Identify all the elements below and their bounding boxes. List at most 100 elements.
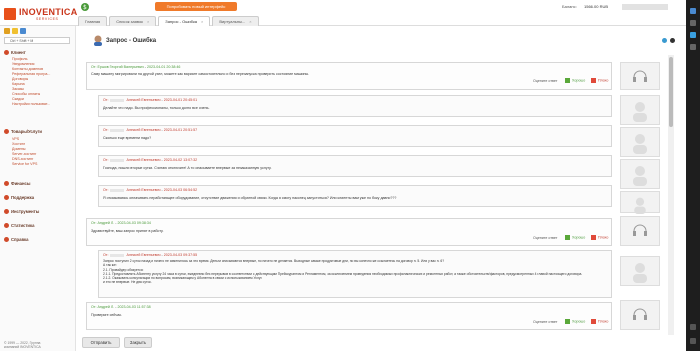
support-avatar-icon [633,308,647,320]
close-icon[interactable]: × [147,19,149,24]
sidebar-section-products[interactable]: Товары/Услуги [4,129,42,135]
sidebar-item[interactable]: Настройки пользоват... [12,102,50,106]
client-icon [4,50,9,56]
rate-bad-label: Плохо [598,235,609,240]
message-header: От: Ершов Георгий Валерьевич - 2023-04-0… [91,65,181,69]
balance-value: 1566.00 RUB [584,4,609,9]
sidebar-item[interactable]: Домены [12,147,26,151]
sidebar-app-icon[interactable] [690,44,696,50]
message-staff: От: Андрей Л. - 2023-04-03 11:57:38 Пров… [86,302,612,330]
avatar [620,95,660,125]
rate-good-button[interactable]: Хорошо [565,235,585,240]
layout-icon[interactable] [690,324,696,330]
sidebar-section-finance[interactable]: Финансы [4,181,30,187]
billing-icon[interactable]: $ [80,2,90,12]
sidebar-item[interactable]: Контакты доменов [12,67,43,71]
rate-bad-label: Плохо [598,78,609,83]
message-client: От: Алексей Евгеньевич - 2023-04-02 13:07… [98,155,612,177]
message-date: 2023-04-03 09:38:34 [117,221,151,225]
rate-label: Оцените ответ [533,236,558,240]
home-icon[interactable] [4,28,10,34]
close-icon[interactable]: × [249,19,251,24]
tab-label: Главная [85,19,101,24]
sidebar-item[interactable]: Заказы [12,87,24,91]
sidebar-item[interactable]: DNS-хостинг [12,157,33,161]
tools-icon [4,209,9,215]
message-body: Саму машину мигрировали на другой узел, … [91,72,310,76]
sidebar-item[interactable]: VPS [12,137,19,141]
message-header: От: Алексей Евгеньевич - 2023-04-02 13:07… [103,158,198,162]
page-title: Запрос - Ошибка [106,38,157,44]
info-icon[interactable] [670,38,675,43]
sidebar-item[interactable]: Карыпа [12,82,25,86]
tab-requests-list[interactable]: Список заявок × [109,16,157,26]
message-body: Делайте что надо. Вы профессионалы, толь… [103,106,210,110]
thumbs-up-icon [565,235,570,240]
sidebar-item[interactable]: Профиль [12,57,28,61]
redacted-block [110,98,125,102]
star-icon[interactable] [12,28,18,34]
sidebar-section-client[interactable]: Клиент [4,50,26,56]
message-author: От: Андрей Л. [91,305,115,309]
sidebar-item[interactable]: Хостинг [12,142,25,146]
sidebar-item[interactable]: Service for VPS [12,162,37,166]
send-button[interactable]: Отправить [82,337,120,348]
logo-name: INOVENTICA [19,7,78,17]
rate-bad-button[interactable]: Плохо [591,78,608,83]
rate-bad-button[interactable]: Плохо [591,319,608,324]
user-menu[interactable] [622,4,668,10]
message-client: От: Алексей Евгеньевич - 2023-04-01 20:45… [98,95,612,117]
message-author-name: Алексей Евгеньевич [126,158,161,162]
sidebar-section-help[interactable]: Справка [4,237,28,243]
rate-label: Оцените ответ [533,79,558,83]
tab-bar: Главная Список заявок × Запрос - Ошибка × … [78,16,261,26]
message-date: 2023-04-03 06:54:52 [163,188,198,192]
message-author-name: Алексей Евгеньевич [126,98,161,102]
user-avatar-icon [634,197,646,214]
tab-virtual[interactable]: Виртуальны... × [212,16,259,26]
message-header: От: Алексей Евгеньевич - 2023-04-01 20:45… [103,98,198,102]
user-icon[interactable] [20,28,26,34]
sidebar-toolbar [4,28,28,35]
sidebar-item[interactable]: Уведомления [12,62,34,66]
sidebar-app-icon[interactable] [690,8,696,14]
tab-label: Виртуальны... [219,19,246,24]
message-staff: От: Андрей Л. - 2023-04-03 09:38:34 Здра… [86,218,612,246]
rate-good-button[interactable]: Хорошо [565,319,585,324]
refresh-icon[interactable] [662,38,667,43]
tab-home[interactable]: Главная [78,16,108,26]
sidebar-section-tools[interactable]: Инструменты [4,209,39,215]
copyright-line: компаний INOVENTICA [4,345,41,349]
sidebar-item[interactable]: Способы оплаты [12,92,40,96]
logo[interactable]: INOVENTICA SERVICES [4,6,77,22]
thumbs-up-icon [565,319,570,324]
tab-request-error[interactable]: Запрос - Ошибка × [158,16,211,26]
sidebar-section-stats[interactable]: Статистика [4,223,34,229]
sidebar-search-input[interactable]: Ctrl + Shift + M [4,37,70,44]
sidebar-app-icon[interactable] [690,20,696,26]
thumbs-up-icon [565,78,570,83]
close-icon[interactable]: × [201,19,203,24]
title-actions [659,38,675,44]
sidebar-item[interactable]: Server-хостинг [12,152,36,156]
rate-bad-label: Плохо [598,319,609,324]
avatar [620,191,660,214]
support-icon [4,195,9,201]
try-new-interface-button[interactable]: Попробовать новый интерфейс [155,2,237,11]
sidebar-item[interactable]: Скидки [12,97,24,101]
sidebar-item[interactable]: Договоры [12,77,28,81]
message-header: От: Алексей Евгеньевич - 2023-04-01 20:51… [103,128,198,132]
rate-good-button[interactable]: Хорошо [565,78,585,83]
sidebar-item[interactable]: Реферальная програ... [12,72,50,76]
thumbs-down-icon [591,319,596,324]
settings-icon[interactable] [690,338,696,344]
rate-bad-button[interactable]: Плохо [591,235,608,240]
scrollbar[interactable] [668,55,674,335]
close-button[interactable]: Закрыть [124,337,152,348]
sidebar-app-icon[interactable] [690,32,696,38]
products-icon [4,129,9,135]
scrollbar-thumb[interactable] [669,57,673,127]
message-client: От: Алексей Евгеньевич - 2023-04-03 06:54… [98,185,612,207]
sidebar-section-support[interactable]: Поддержка [4,195,34,201]
message-author: От: [103,98,109,102]
